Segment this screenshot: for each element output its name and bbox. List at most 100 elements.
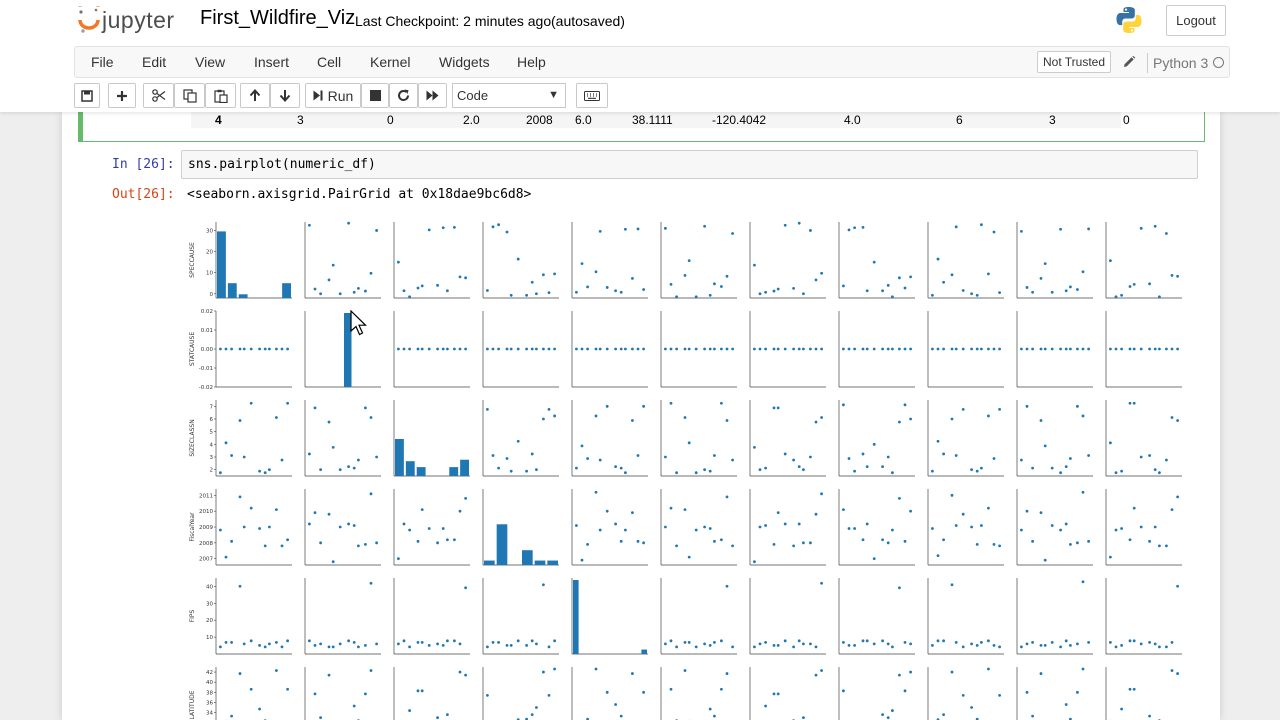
save-button[interactable] bbox=[74, 83, 100, 108]
checkpoint-status: Last Checkpoint: 2 minutes ago bbox=[355, 13, 552, 29]
scatter-point bbox=[458, 347, 462, 351]
paste-icon bbox=[213, 89, 228, 103]
menu-insert[interactable]: Insert bbox=[254, 54, 289, 70]
interrupt-button[interactable] bbox=[361, 83, 389, 108]
scatter-point bbox=[575, 347, 578, 351]
scatter-point bbox=[975, 542, 979, 546]
scatter-point bbox=[731, 232, 734, 235]
scatter-point bbox=[842, 508, 845, 512]
scatter-point bbox=[219, 347, 222, 351]
code-input[interactable]: sns.pairplot(numeric_df) bbox=[181, 150, 1198, 179]
scatter-point bbox=[441, 643, 445, 647]
menu-help[interactable]: Help bbox=[517, 54, 546, 70]
trust-status-button[interactable]: Not Trusted bbox=[1037, 51, 1111, 73]
scatter-point bbox=[598, 229, 602, 233]
scatter-point bbox=[980, 223, 983, 227]
scatter-point bbox=[1020, 645, 1023, 649]
jupyter-logo[interactable]: jupyter bbox=[78, 6, 188, 36]
scatter-point bbox=[708, 347, 712, 351]
command-palette-button[interactable] bbox=[576, 83, 608, 108]
scatter-point bbox=[809, 541, 812, 545]
logout-button[interactable]: Logout bbox=[1166, 5, 1226, 36]
scatter-point bbox=[614, 703, 617, 706]
scatter-point bbox=[636, 539, 640, 543]
histogram-bar bbox=[217, 231, 226, 298]
scatter-point bbox=[1165, 347, 1168, 351]
scatter-point bbox=[230, 714, 233, 718]
scatter-point bbox=[1158, 347, 1161, 351]
scatter-point bbox=[1059, 645, 1062, 649]
restart-run-all-button[interactable] bbox=[418, 83, 447, 108]
paste-button[interactable] bbox=[205, 83, 236, 108]
scatter-point bbox=[936, 347, 940, 351]
pencil-icon[interactable] bbox=[1122, 55, 1136, 69]
scatter-point bbox=[942, 452, 945, 456]
scatter-point bbox=[357, 458, 360, 462]
scatter-point bbox=[998, 693, 1001, 697]
scatter-point bbox=[263, 471, 267, 475]
scatter-point bbox=[347, 465, 350, 469]
histogram-bar bbox=[460, 459, 469, 476]
restart-button[interactable] bbox=[389, 83, 418, 108]
scatter-point bbox=[1064, 522, 1068, 526]
scatter-point bbox=[352, 704, 356, 708]
scatter-point bbox=[1039, 672, 1043, 675]
scatter-point bbox=[1020, 229, 1023, 233]
scatter-point bbox=[942, 639, 945, 643]
scatter-point bbox=[1128, 639, 1132, 643]
scatter-point bbox=[725, 584, 729, 588]
scatter-point bbox=[505, 643, 509, 647]
scatter-point bbox=[669, 639, 673, 643]
menu-file[interactable]: File bbox=[91, 54, 114, 70]
insert-cell-button[interactable] bbox=[108, 83, 136, 108]
scatter-point bbox=[319, 292, 322, 296]
scatter-point bbox=[275, 508, 278, 512]
scatter-point bbox=[486, 693, 489, 697]
copy-button[interactable] bbox=[174, 83, 205, 108]
scatter-point bbox=[720, 347, 723, 351]
scatter-point bbox=[364, 406, 367, 410]
cell-type-select[interactable]: Code ▼ bbox=[452, 83, 566, 108]
scatter-point bbox=[1031, 466, 1034, 470]
scatter-point bbox=[694, 295, 698, 299]
move-down-button[interactable] bbox=[270, 83, 300, 108]
scatter-point bbox=[535, 292, 538, 296]
scatter-point bbox=[486, 289, 489, 292]
scatter-point bbox=[509, 643, 513, 647]
notebook-title[interactable]: First_Wildfire_Viz bbox=[200, 7, 355, 30]
scatter-point bbox=[847, 527, 851, 530]
previous-output-cell[interactable]: 4 3 0 2.0 2008 6.0 38.1111 -120.4042 4.0… bbox=[78, 112, 1205, 142]
scatter-point bbox=[505, 230, 509, 234]
scatter-point bbox=[881, 289, 884, 293]
scatter-point bbox=[453, 639, 456, 643]
scatter-point bbox=[258, 469, 261, 473]
caret-down-icon: ▼ bbox=[548, 89, 559, 101]
scatter-point bbox=[313, 511, 317, 515]
scatter-point bbox=[725, 495, 729, 499]
scatter-point bbox=[631, 672, 634, 675]
scatter-point bbox=[909, 642, 912, 646]
df-cell: 2008 bbox=[526, 113, 553, 127]
scatter-point bbox=[486, 407, 489, 411]
scatter-point bbox=[708, 527, 712, 530]
scatter-point bbox=[865, 289, 869, 293]
scatter-point bbox=[313, 406, 317, 410]
scatter-point bbox=[683, 273, 687, 277]
menu-kernel[interactable]: Kernel bbox=[370, 54, 410, 70]
scatter-point bbox=[553, 639, 556, 643]
scatter-point bbox=[1039, 419, 1043, 422]
scatter-point bbox=[280, 347, 284, 351]
scatter-point bbox=[898, 496, 901, 500]
move-up-button[interactable] bbox=[240, 83, 270, 108]
cut-button[interactable] bbox=[143, 83, 174, 108]
scatter-point bbox=[1153, 468, 1157, 472]
scatter-point bbox=[1050, 466, 1054, 470]
menu-widgets[interactable]: Widgets bbox=[439, 54, 490, 70]
scatter-point bbox=[708, 469, 712, 473]
menu-view[interactable]: View bbox=[195, 54, 225, 70]
menu-cell[interactable]: Cell bbox=[317, 54, 341, 70]
run-button[interactable]: Run bbox=[305, 83, 361, 108]
scatter-point bbox=[1064, 639, 1068, 643]
menu-edit[interactable]: Edit bbox=[142, 54, 166, 70]
scatter-point bbox=[886, 541, 890, 545]
